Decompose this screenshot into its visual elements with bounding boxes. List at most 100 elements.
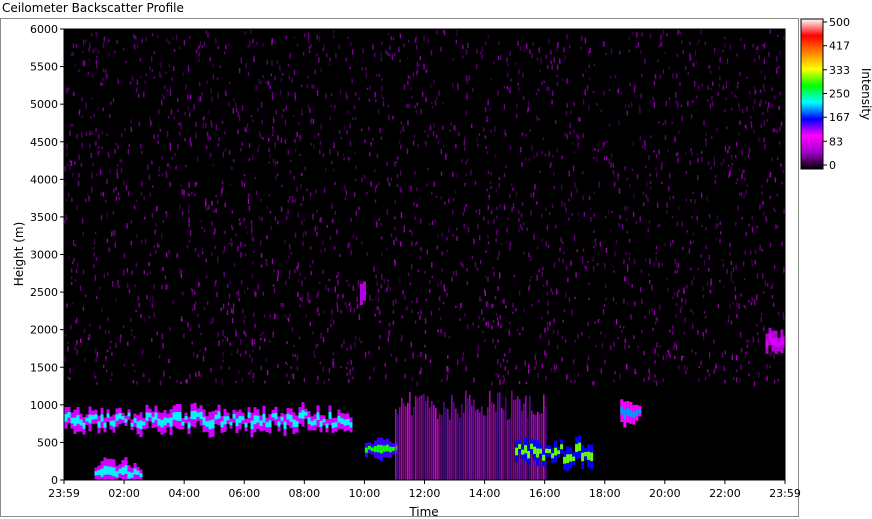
noise-speckle: [487, 234, 489, 239]
noise-speckle: [639, 104, 641, 110]
noise-speckle: [610, 153, 613, 159]
noise-speckle: [240, 339, 242, 345]
noise-speckle: [324, 168, 327, 171]
noise-speckle: [671, 121, 673, 125]
noise-speckle: [403, 43, 405, 48]
noise-speckle: [148, 378, 150, 383]
noise-speckle: [253, 339, 256, 345]
noise-speckle: [106, 133, 108, 136]
noise-speckle: [697, 85, 700, 91]
noise-speckle: [530, 193, 532, 198]
noise-speckle: [653, 379, 656, 383]
feature-core: [623, 410, 627, 420]
noise-speckle: [466, 92, 468, 98]
noise-speckle: [650, 135, 652, 139]
noise-speckle: [441, 232, 443, 238]
noise-speckle: [735, 155, 737, 159]
noise-speckle: [337, 151, 339, 156]
noise-speckle: [161, 156, 163, 160]
feature-core: [250, 420, 254, 430]
feature-core: [362, 287, 366, 295]
precip-streak: [403, 403, 405, 480]
noise-speckle: [371, 298, 374, 301]
noise-speckle: [649, 258, 651, 265]
noise-speckle: [587, 50, 590, 56]
noise-speckle: [258, 78, 260, 84]
precip-streak: [513, 399, 515, 480]
noise-speckle: [340, 309, 342, 314]
noise-speckle: [702, 294, 705, 298]
noise-speckle: [637, 345, 639, 349]
feature-core: [97, 470, 101, 475]
noise-speckle: [621, 329, 623, 333]
noise-speckle: [662, 69, 665, 75]
noise-speckle: [667, 288, 669, 292]
noise-speckle: [399, 59, 401, 63]
noise-speckle: [117, 145, 119, 150]
noise-speckle: [464, 182, 466, 187]
feature-core: [118, 413, 122, 419]
noise-speckle: [631, 101, 633, 108]
noise-speckle: [760, 318, 762, 323]
noise-speckle: [189, 36, 191, 39]
noise-speckle: [153, 76, 155, 79]
precip-streak: [509, 418, 511, 480]
noise-speckle: [151, 56, 153, 62]
noise-speckle: [325, 93, 327, 100]
noise-speckle: [525, 157, 527, 161]
noise-speckle: [85, 102, 87, 109]
noise-speckle: [764, 280, 767, 286]
noise-speckle: [424, 129, 426, 134]
noise-speckle: [484, 291, 486, 297]
noise-speckle: [552, 155, 554, 158]
feature-core: [175, 412, 179, 421]
feature-core: [136, 421, 140, 429]
noise-speckle: [600, 109, 602, 113]
noise-speckle: [645, 257, 647, 262]
noise-speckle: [760, 316, 762, 319]
noise-speckle: [579, 117, 581, 122]
noise-speckle: [243, 174, 246, 177]
noise-speckle: [728, 145, 730, 150]
noise-speckle: [304, 276, 306, 281]
noise-speckle: [168, 40, 170, 45]
noise-speckle: [323, 310, 325, 314]
noise-speckle: [452, 82, 454, 88]
noise-speckle: [111, 371, 113, 377]
noise-speckle: [133, 34, 135, 39]
x-tick-label: 22:00: [709, 487, 741, 500]
noise-speckle: [248, 205, 251, 212]
noise-speckle: [329, 63, 331, 67]
feature-core: [70, 417, 74, 424]
noise-speckle: [313, 350, 315, 355]
noise-speckle: [680, 104, 682, 108]
noise-speckle: [155, 223, 157, 227]
noise-speckle: [542, 137, 544, 140]
noise-speckle: [535, 360, 537, 366]
noise-speckle: [510, 78, 512, 82]
noise-speckle: [517, 82, 520, 86]
noise-speckle: [121, 159, 123, 164]
noise-speckle: [647, 197, 649, 203]
noise-speckle: [151, 213, 153, 218]
noise-speckle: [429, 280, 431, 284]
noise-speckle: [250, 220, 253, 226]
precip-streak: [433, 404, 435, 480]
noise-speckle: [409, 76, 411, 81]
noise-speckle: [76, 133, 78, 139]
noise-speckle: [201, 92, 203, 96]
noise-speckle: [175, 34, 178, 41]
noise-speckle: [368, 351, 370, 355]
noise-speckle: [238, 218, 241, 221]
noise-speckle: [248, 372, 250, 376]
noise-speckle: [715, 366, 717, 369]
noise-speckle: [111, 231, 113, 237]
noise-speckle: [741, 169, 744, 174]
noise-speckle: [651, 284, 653, 291]
precip-streak: [453, 402, 455, 480]
noise-speckle: [459, 318, 461, 321]
noise-speckle: [427, 38, 430, 44]
noise-speckle: [764, 75, 766, 81]
noise-speckle: [205, 122, 207, 128]
noise-speckle: [661, 34, 664, 37]
